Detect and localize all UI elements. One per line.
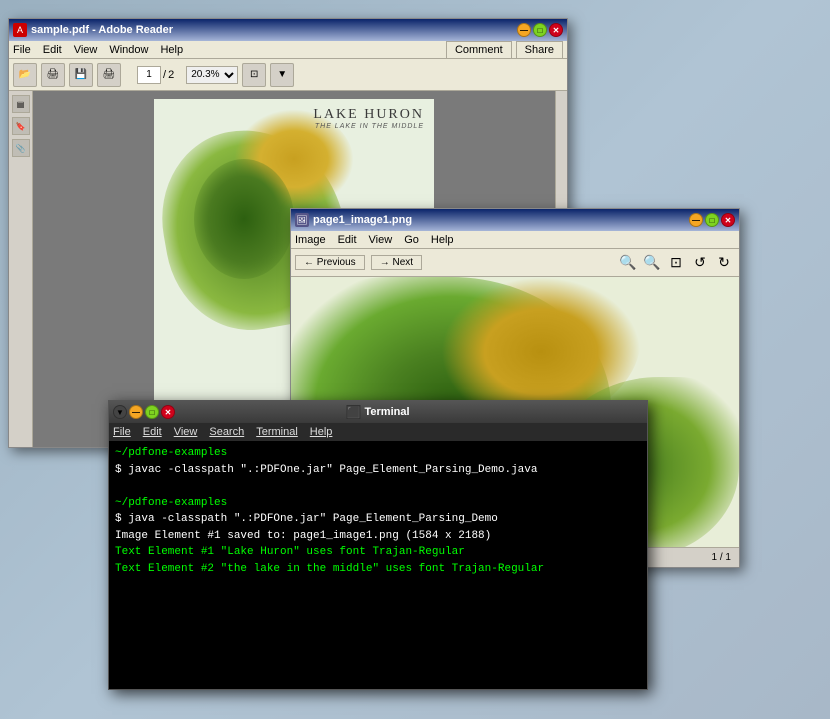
image-titlebar: 🖼 page1_image1.png — □ ✕ <box>291 209 739 231</box>
img-menu-edit[interactable]: Edit <box>338 234 357 246</box>
terminal-title-text: Terminal <box>364 406 409 418</box>
image-toolbar: ← Previous → Next 🔍 🔍 ⊡ ↺ ↻ <box>291 249 739 277</box>
terminal-titlebar: ▼ — □ ✕ ⬛ Terminal <box>109 401 647 423</box>
page-navigation: 1 / 2 <box>137 66 174 84</box>
lake-huron-title-area: LAKE HURON THE LAKE IN THE MIDDLE <box>313 107 424 130</box>
terminal-line-5: $ java -classpath ".:PDFOne.jar" Page_El… <box>115 511 641 528</box>
map-green2-region <box>194 159 294 279</box>
terminal-window: ▼ — □ ✕ ⬛ Terminal File Edit View Search… <box>108 400 648 690</box>
term-menu-view[interactable]: View <box>174 426 198 438</box>
terminal-title: ⬛ Terminal <box>346 405 409 419</box>
terminal-line-3 <box>115 478 641 495</box>
img-menu-image[interactable]: Image <box>295 234 326 246</box>
img-menu-help[interactable]: Help <box>431 234 454 246</box>
term-menu-terminal[interactable]: Terminal <box>256 426 298 438</box>
menu-edit[interactable]: Edit <box>43 44 62 56</box>
open-button[interactable]: 📂 <box>13 63 37 87</box>
share-button[interactable]: Share <box>516 41 563 59</box>
save-button[interactable]: 💾 <box>69 63 93 87</box>
adobe-menubar: File Edit View Window Help Comment Share <box>9 41 567 59</box>
menu-window[interactable]: Window <box>109 44 148 56</box>
nav-arrows: ← Previous → Next <box>295 255 422 270</box>
terminal-line-1: ~/pdfone-examples <box>115 445 641 462</box>
rotate-left-button[interactable]: ↺ <box>689 252 711 274</box>
image-titlebar-left: 🖼 page1_image1.png <box>295 213 412 227</box>
adobe-window-controls: — □ ✕ <box>517 23 563 37</box>
adobe-icon: A <box>13 23 27 37</box>
adobe-toolbar: 📂 🖨 💾 🖨 1 / 2 20.3% 50% 100% ⊡ ▼ <box>9 59 567 91</box>
next-button[interactable]: → Next <box>371 255 422 270</box>
comment-button[interactable]: Comment <box>446 41 512 59</box>
terminal-icon: ⬛ <box>346 405 360 419</box>
image-window-controls: — □ ✕ <box>689 213 735 227</box>
img-menu-view[interactable]: View <box>369 234 393 246</box>
terminal-line-4: ~/pdfone-examples <box>115 495 641 512</box>
term-menu-edit[interactable]: Edit <box>143 426 162 438</box>
terminal-line-7: Text Element #1 "Lake Huron" uses font T… <box>115 544 641 561</box>
terminal-window-controls: ▼ — □ ✕ <box>113 405 175 419</box>
image-maximize-button[interactable]: □ <box>705 213 719 227</box>
image-icon: 🖼 <box>295 213 309 227</box>
lake-name-text: LAKE HURON <box>313 107 424 123</box>
adobe-close-button[interactable]: ✕ <box>549 23 563 37</box>
terminal-content: ~/pdfone-examples $ javac -classpath ".:… <box>109 441 647 689</box>
term-menu-file[interactable]: File <box>113 426 131 438</box>
terminal-close-button[interactable]: ✕ <box>161 405 175 419</box>
rotate-controls: ↺ ↻ <box>689 252 735 274</box>
adobe-maximize-button[interactable]: □ <box>533 23 547 37</box>
terminal-line-6: Image Element #1 saved to: page1_image1.… <box>115 528 641 545</box>
term-menu-search[interactable]: Search <box>209 426 244 438</box>
image-minimize-button[interactable]: — <box>689 213 703 227</box>
term-menu-help[interactable]: Help <box>310 426 333 438</box>
sidebar-attachments-icon[interactable]: 📎 <box>12 139 30 157</box>
page-input[interactable]: 1 <box>137 66 161 84</box>
terminal-line-2: $ javac -classpath ".:PDFOne.jar" Page_E… <box>115 462 641 479</box>
adobe-comment-share: Comment Share <box>446 41 563 59</box>
adobe-minimize-button[interactable]: — <box>517 23 531 37</box>
prev-button[interactable]: ← Previous <box>295 255 365 270</box>
lake-subtitle-text: THE LAKE IN THE MIDDLE <box>313 123 424 130</box>
zoom-out-button[interactable]: 🔍 <box>641 252 663 274</box>
zoom-controls: 🔍 🔍 ⊡ <box>617 252 687 274</box>
image-title: page1_image1.png <box>313 214 412 226</box>
menu-view[interactable]: View <box>74 44 98 56</box>
menu-file[interactable]: File <box>13 44 31 56</box>
adobe-titlebar-left: A sample.pdf - Adobe Reader <box>13 23 173 37</box>
menu-help[interactable]: Help <box>160 44 183 56</box>
terminal-min-button[interactable]: — <box>129 405 143 419</box>
zoom-in-button[interactable]: 🔍 <box>617 252 639 274</box>
print2-button[interactable]: 🖨 <box>97 63 121 87</box>
page-separator: / <box>163 69 166 81</box>
image-page-info: 1 / 1 <box>712 552 731 563</box>
zoom-select[interactable]: 20.3% 50% 100% <box>186 66 238 84</box>
print-button[interactable]: 🖨 <box>41 63 65 87</box>
adobe-titlebar: A sample.pdf - Adobe Reader — □ ✕ <box>9 19 567 41</box>
image-menubar: Image Edit View Go Help <box>291 231 739 249</box>
sidebar-bookmarks-icon[interactable]: 🔖 <box>12 117 30 135</box>
terminal-max-button[interactable]: □ <box>145 405 159 419</box>
rotate-right-button[interactable]: ↻ <box>713 252 735 274</box>
sidebar-pages-icon[interactable]: ▤ <box>12 95 30 113</box>
zoom-dropdown-button[interactable]: ▼ <box>270 63 294 87</box>
terminal-menubar: File Edit View Search Terminal Help <box>109 423 647 441</box>
img-menu-go[interactable]: Go <box>404 234 419 246</box>
terminal-minimize-button[interactable]: ▼ <box>113 405 127 419</box>
image-close-button[interactable]: ✕ <box>721 213 735 227</box>
adobe-sidebar: ▤ 🔖 📎 <box>9 91 33 447</box>
adobe-title: sample.pdf - Adobe Reader <box>31 24 173 36</box>
terminal-line-8: Text Element #2 "the lake in the middle"… <box>115 561 641 578</box>
zoom-fit-button[interactable]: ⊡ <box>665 252 687 274</box>
page-total: 2 <box>168 69 174 81</box>
fit-button[interactable]: ⊡ <box>242 63 266 87</box>
